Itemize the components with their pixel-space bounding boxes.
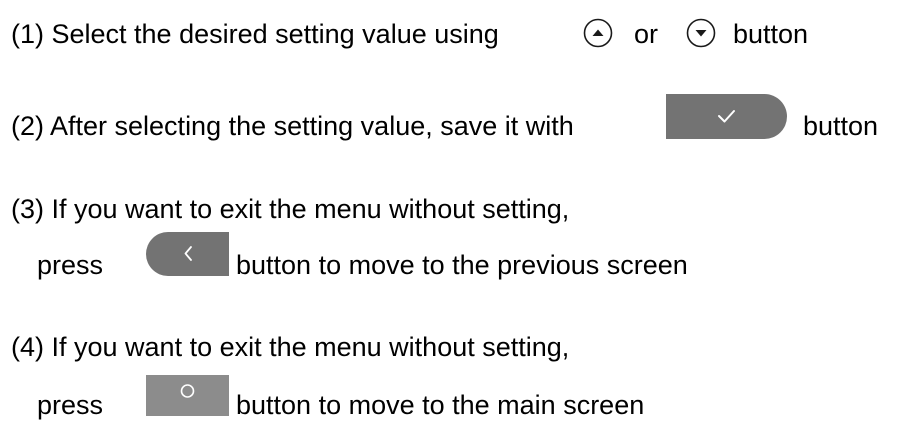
step-4-text: (4) If you want to exit the menu without… — [11, 332, 570, 362]
step-1-button-text: button — [733, 19, 809, 49]
arrow-up-circle-icon — [583, 18, 613, 48]
step-2-button-text: button — [803, 111, 879, 141]
step-3-press-text: press — [37, 250, 104, 280]
step-4-button-text: button to move to the main screen — [236, 390, 645, 420]
step-1-text: (1) Select the desired setting value usi… — [11, 19, 499, 49]
step-3-text: (3) If you want to exit the menu without… — [11, 194, 570, 224]
step-2-text: (2) After selecting the setting value, s… — [11, 111, 574, 141]
confirm-button-image — [666, 94, 787, 139]
back-button-image — [146, 232, 229, 276]
step-1-or-text: or — [634, 19, 659, 49]
arrow-down-circle-icon — [686, 18, 716, 48]
home-button-image — [146, 375, 229, 416]
step-4-press-text: press — [37, 390, 104, 420]
step-3-button-text: button to move to the previous screen — [236, 250, 688, 280]
